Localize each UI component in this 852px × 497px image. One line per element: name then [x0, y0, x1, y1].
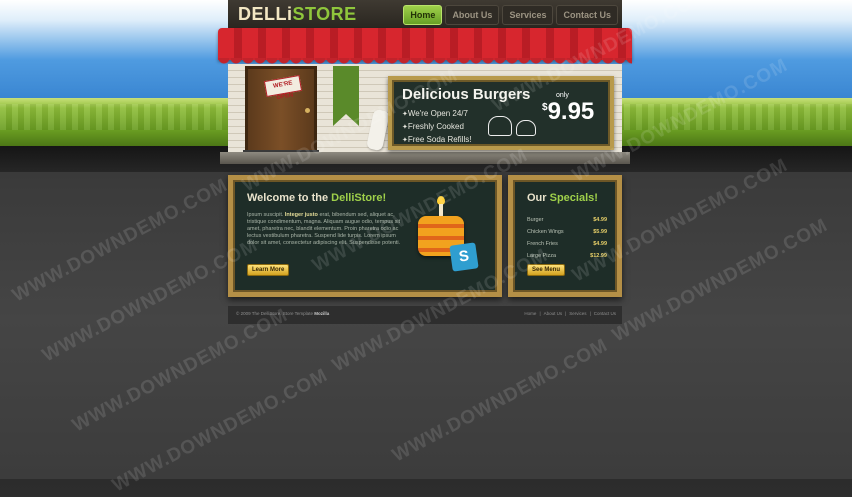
welcome-title-prefix: Welcome to the — [247, 192, 332, 204]
footer-link-home[interactable]: Home — [524, 311, 536, 316]
store-awning — [218, 28, 632, 60]
specials-item-price: $4.99 — [593, 217, 607, 223]
burger-icon — [488, 116, 512, 136]
specials-item-name: Chicken Wings — [527, 229, 564, 235]
price-value: $9.95 — [542, 98, 594, 126]
specials-item: Burger $4.99 — [527, 214, 607, 226]
welcome-text-lead: Ipsum suscipit. — [247, 212, 285, 218]
main-nav: Home About Us Services Contact Us — [403, 5, 618, 25]
specials-item-name: Large Pizza — [527, 253, 557, 259]
nav-services[interactable]: Services — [502, 5, 554, 25]
learn-more-button[interactable]: Learn More — [247, 264, 290, 276]
burger-chalkboard: Delicious Burgers We're Open 24/7 Freshl… — [388, 76, 614, 150]
footer-link-contact-us[interactable]: Contact Us — [594, 311, 616, 316]
specials-list: Burger $4.99 Chicken Wings $5.99 French Fr… — [527, 214, 607, 262]
specials-item: French Fries $4.99 — [527, 238, 607, 250]
footer-copyright-text: © 2009 The DelliStore. Store Template — [236, 311, 313, 316]
specials-item-price: $4.99 — [593, 241, 607, 247]
specials-title: Our Specials! — [527, 192, 598, 204]
footer-separator: | — [539, 311, 541, 316]
site-footer: © 2009 The DelliStore. Store Template Mo… — [228, 306, 622, 324]
board-features: We're Open 24/7 Freshly Cooked Free Soda… — [402, 108, 472, 147]
footer-separator: | — [565, 311, 567, 316]
welcome-text-bold: Integer justo — [284, 212, 318, 218]
nav-home[interactable]: Home — [403, 5, 443, 25]
specials-title-highlight: Specials! — [549, 192, 598, 204]
watermark-text: WWW.DOWNDEMO.COM — [608, 214, 832, 347]
welcome-title-highlight: DelliStore! — [331, 192, 387, 204]
logo-text-part1: DELLi — [238, 4, 293, 24]
price-amount: 9.95 — [547, 98, 595, 125]
site-logo[interactable]: DELLiSTORE — [238, 4, 357, 25]
see-menu-button[interactable]: See Menu — [527, 264, 566, 276]
top-navbar: DELLiSTORE Home About Us Services Contac… — [228, 0, 622, 30]
store-base — [220, 152, 630, 164]
logo-text-part2: STORE — [292, 4, 357, 24]
board-title: Delicious Burgers — [402, 86, 531, 103]
footer-link-about-us[interactable]: About Us — [544, 311, 563, 316]
welcome-title: Welcome to the DelliStore! — [247, 192, 386, 204]
specials-item-price: $5.99 — [593, 229, 607, 235]
burger-small-icon — [516, 120, 536, 136]
nav-about-us[interactable]: About Us — [445, 5, 500, 25]
specials-item: Large Pizza $12.99 — [527, 250, 607, 262]
watermark-text: WWW.DOWNDEMO.COM — [108, 364, 332, 497]
nav-contact-us[interactable]: Contact Us — [556, 5, 618, 25]
door-knob-icon — [305, 108, 310, 113]
welcome-panel: Welcome to the DelliStore! Ipsum suscipi… — [228, 175, 502, 297]
footer-links: Home | About Us | Services | Contact Us — [524, 311, 616, 316]
board-feature: We're Open 24/7 — [402, 108, 471, 121]
specials-title-prefix: Our — [527, 192, 550, 204]
specials-item-price: $12.99 — [590, 253, 607, 259]
specials-item-name: Burger — [527, 217, 544, 223]
watermark-text: WWW.DOWNDEMO.COM — [388, 334, 612, 467]
specials-item-name: French Fries — [527, 241, 558, 247]
specials-panel: Our Specials! Burger $4.99 Chicken Wings $… — [508, 175, 622, 297]
board-feature: Free Soda Refills! — [402, 134, 472, 147]
board-feature: Freshly Cooked — [402, 121, 471, 134]
watermark-text: WWW.DOWNDEMO.COM — [8, 174, 232, 307]
footer-copyright: © 2009 The DelliStore. Store Template Mo… — [236, 311, 329, 316]
footer-link-services[interactable]: Services — [569, 311, 586, 316]
stumbleupon-badge-icon: S — [449, 242, 479, 272]
specials-item: Chicken Wings $5.99 — [527, 226, 607, 238]
welcome-text: Ipsum suscipit. Integer justo erat, bibe… — [247, 212, 407, 247]
footer-separator: | — [589, 311, 591, 316]
footer-brand-link[interactable]: Mozilla — [314, 311, 329, 316]
watermark-text: WWW.DOWNDEMO.COM — [68, 304, 292, 437]
